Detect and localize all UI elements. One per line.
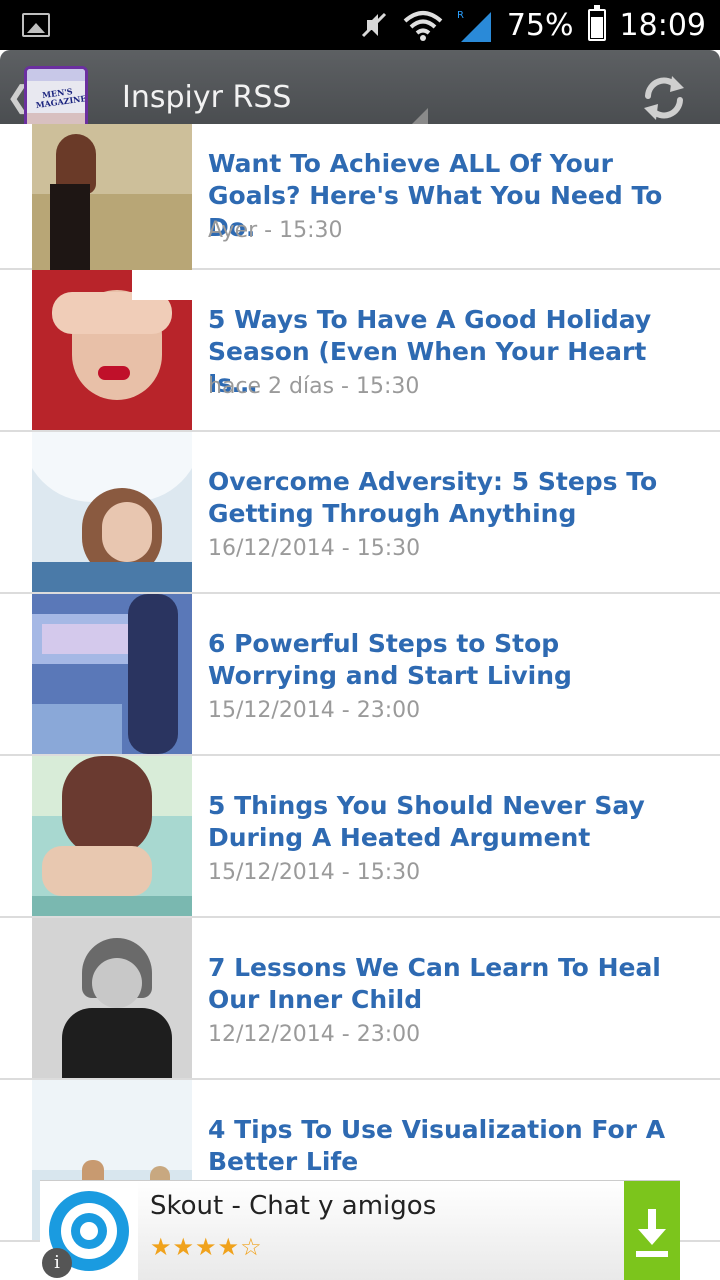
- ad-rating-stars: ★★★★☆: [150, 1233, 263, 1261]
- feed-item-thumbnail: [32, 918, 192, 1078]
- feed-item-thumbnail: [32, 756, 192, 916]
- signal-icon: R: [457, 10, 491, 42]
- feed-item-title: 4 Tips To Use Visualization For A Better…: [208, 1115, 666, 1176]
- feed-item-date: hace 2 días - 15:30: [208, 374, 420, 399]
- feed-item-thumbnail: [32, 432, 192, 592]
- feed-item-thumbnail: [32, 124, 192, 270]
- battery-percent: 75%: [506, 7, 574, 43]
- ad-download-button[interactable]: [624, 1181, 680, 1280]
- feed-item[interactable]: 7 Lessons We Can Learn To Heal Our Inner…: [0, 918, 720, 1080]
- feed-item-date: 12/12/2014 - 23:00: [208, 1022, 421, 1047]
- info-icon[interactable]: i: [42, 1248, 72, 1278]
- feed-item-title: 6 Powerful Steps to Stop Worrying and St…: [208, 629, 572, 690]
- feed-item-title: Overcome Adversity: 5 Steps To Getting T…: [208, 467, 658, 528]
- download-icon: [636, 1209, 668, 1257]
- feed-item-thumbnail: [32, 270, 192, 430]
- app-title[interactable]: Inspiyr RSS: [122, 80, 291, 115]
- feed-item[interactable]: 5 Ways To Have A Good Holiday Season (Ev…: [0, 270, 720, 432]
- wifi-icon: [403, 11, 443, 41]
- gallery-icon: [22, 13, 50, 37]
- status-bar: R 75% 18:09: [0, 0, 720, 50]
- mute-icon: [361, 12, 386, 38]
- feed-item-thumbnail: [32, 594, 192, 754]
- feed-item-date: Ayer - 15:30: [208, 218, 343, 243]
- refresh-icon[interactable]: [638, 72, 690, 124]
- feed-item-date: 15/12/2014 - 23:00: [208, 698, 421, 723]
- feed-item[interactable]: 6 Powerful Steps to Stop Worrying and St…: [0, 594, 720, 756]
- feed-item-date: 15/12/2014 - 15:30: [208, 860, 421, 885]
- battery-icon: [587, 5, 606, 41]
- feed-item-title: 5 Things You Should Never Say During A H…: [208, 791, 645, 852]
- feed-item-date: 16/12/2014 - 15:30: [208, 536, 421, 561]
- feed-item[interactable]: Overcome Adversity: 5 Steps To Getting T…: [0, 432, 720, 594]
- app-logo[interactable]: MEN'S MAGAZINES: [24, 66, 88, 130]
- logo-text: MEN'S MAGAZINES: [35, 85, 88, 110]
- feed-item[interactable]: 5 Things You Should Never Say During A H…: [0, 756, 720, 918]
- svg-text:R: R: [457, 10, 464, 21]
- feed-item-title: 7 Lessons We Can Learn To Heal Our Inner…: [208, 953, 661, 1014]
- ad-banner[interactable]: Skout - Chat y amigos ★★★★☆ i: [40, 1180, 680, 1280]
- feed-item[interactable]: Want To Achieve ALL Of Your Goals? Here'…: [0, 124, 720, 270]
- ad-title: Skout - Chat y amigos: [150, 1191, 437, 1221]
- clock: 18:09: [619, 7, 706, 43]
